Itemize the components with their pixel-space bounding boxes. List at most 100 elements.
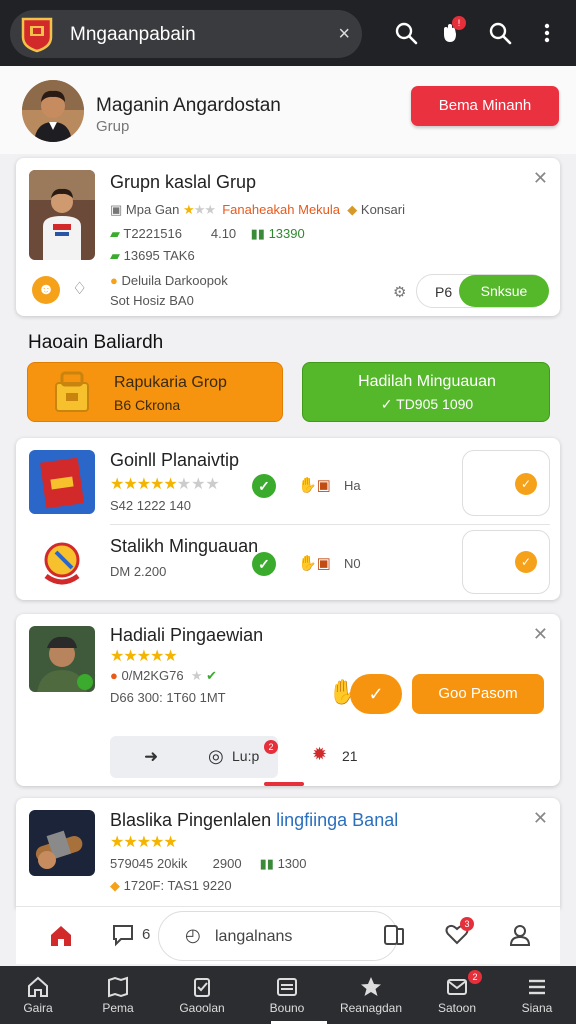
star-icon: ★	[190, 668, 203, 683]
search-icon[interactable]	[393, 20, 419, 46]
group-reward-button[interactable]: Rapukaria Grop B6 Ckrona	[27, 362, 283, 422]
avatar-thumbnail[interactable]	[29, 626, 95, 692]
favorites-badge: 3	[460, 917, 474, 931]
offer-title: Blaslika Pingenlalen lingfiinga Banal	[110, 810, 398, 831]
item-title: Stalikh Minguauan	[110, 536, 259, 556]
settings-icon[interactable]: ⚙	[393, 283, 406, 301]
meta-highlight: Fanaheakah Mekula	[222, 202, 341, 217]
offer-title-link[interactable]: lingfiinga Banal	[276, 810, 398, 830]
group-card: Grupn kaslal Grup ✕ ▣ Mpa Gan ★★★ Fanahe…	[16, 158, 560, 316]
nav-item-home[interactable]: Gaira	[0, 966, 79, 1024]
messages-badge: 2	[468, 970, 482, 984]
weekly-reward-button[interactable]: Hadilah Minguauan ✓ TD905 1090	[302, 362, 550, 422]
join-button[interactable]: Snksue	[459, 275, 549, 307]
claim-box[interactable]: ✓	[462, 450, 550, 516]
flame-icon: ●	[110, 668, 118, 683]
close-icon[interactable]: ✕	[533, 808, 548, 829]
hand-coin-icon: ✋▣	[298, 477, 331, 494]
footer-text: Sot Hosiz BA0	[110, 293, 194, 308]
meta-label: Mpa Gan	[125, 202, 180, 217]
close-icon[interactable]: ✕	[533, 624, 548, 645]
nav-item-inbox[interactable]: Bouno	[246, 966, 328, 1024]
offer-title-main: Blaslika Pingenlalen	[110, 810, 272, 830]
hand-coin-icon: ✋▣	[298, 555, 331, 572]
scroll-indicator	[264, 782, 304, 786]
chip-badge: 2	[264, 740, 278, 754]
reward-detail-card: Hadiali Pingaewian ✕ ★★★★★ ● 0/M2KG76 ★ …	[16, 614, 560, 786]
confirm-button[interactable]: ✓	[350, 674, 402, 714]
footer-text: Deluila Darkoopok	[121, 273, 228, 288]
emoji-icon[interactable]: ☻	[32, 276, 60, 304]
chip-label: Lu:p	[232, 748, 260, 764]
rating-stars: ★★★★★	[110, 834, 178, 851]
menu-icon	[529, 979, 545, 995]
close-icon[interactable]: ×	[338, 22, 350, 46]
avatar[interactable]	[22, 80, 84, 142]
button-sublabel: B6 Ckrona	[114, 397, 181, 413]
nav-label: Pema	[102, 1001, 134, 1015]
offer-thumbnail[interactable]	[29, 810, 95, 876]
nav-label: Gaoolan	[179, 1001, 225, 1015]
meta-value: 0/M2KG76	[121, 668, 184, 683]
inbox-icon	[277, 978, 297, 996]
primary-action-button[interactable]: Bema Minanh	[411, 86, 559, 126]
check-icon: ✓	[252, 552, 276, 576]
meta-row: ◆ 1720F: TAS1 9220	[110, 878, 232, 894]
gift-box-icon	[55, 371, 89, 412]
meta-value: D66 300: 1T60 1MT	[110, 690, 226, 705]
app-title: Mngaanpabain	[70, 24, 196, 45]
rating-stars: ★★★★★	[110, 648, 178, 665]
meta-row: ● 0/M2KG76 ★ ✔	[110, 668, 217, 684]
notifications-button[interactable]: !	[438, 16, 466, 48]
item-thumbnail[interactable]	[29, 450, 95, 514]
search-icon[interactable]	[487, 20, 513, 46]
nav-item-messages[interactable]: 2 Satoon	[416, 966, 498, 1024]
favorites-button[interactable]: 3	[444, 917, 474, 951]
like-icon[interactable]: ♢	[72, 279, 87, 299]
meta-value: 2900	[212, 856, 242, 871]
action-chip[interactable]: ➜ ◎ Lu:p 2	[110, 736, 278, 778]
coin-icon: ◆	[110, 878, 120, 893]
nav-label: Satoon	[437, 1001, 477, 1015]
close-icon[interactable]: ✕	[533, 168, 548, 189]
group-thumbnail[interactable]	[29, 170, 95, 260]
item-tag: N0	[344, 556, 361, 571]
timer-icon: ◴	[185, 925, 201, 945]
meta-row: ▰ T2221516 4.10 ▮▮ 13390	[110, 226, 305, 242]
meta-value: 1300	[277, 856, 307, 871]
reward-count: 21	[342, 748, 358, 764]
clipboard-icon	[194, 978, 210, 997]
go-button[interactable]: Goo Pasom	[412, 674, 544, 714]
app-logo-icon	[21, 17, 53, 53]
section-title: Haoain Baliardh	[28, 332, 164, 353]
meta-value: 13695 TAK6	[123, 248, 195, 263]
nav-item-menu[interactable]: Siana	[496, 966, 576, 1024]
item-tag: Ha	[344, 478, 361, 493]
meta-value: 1720F: TAS1 9220	[123, 878, 232, 893]
home-icon[interactable]	[48, 923, 74, 949]
search-bar[interactable]: Mngaanpabain ×	[10, 10, 362, 58]
nav-item-tasks[interactable]: Gaoolan	[161, 966, 243, 1024]
coin-icon: ●	[110, 273, 118, 288]
gear-reward-icon: ✹	[312, 744, 328, 764]
profile-header: Maganin Angardostan Grup Bema Minanh	[0, 66, 576, 154]
profile-icon[interactable]	[508, 923, 532, 947]
more-vertical-icon[interactable]	[534, 20, 560, 46]
item-thumbnail[interactable]	[34, 538, 90, 588]
meta-row: ▣ Mpa Gan ★★★ Fanaheakah Mekula ◆ Konsar…	[110, 202, 405, 218]
nav-item-map[interactable]: Pema	[77, 966, 159, 1024]
cash-icon: ▮▮	[259, 856, 274, 871]
search-field[interactable]: ◴ langalnans	[158, 911, 398, 961]
book-icon[interactable]	[382, 923, 406, 947]
meta-value: 13390	[268, 226, 305, 241]
chat-icon[interactable]	[112, 923, 134, 947]
nav-label: Siana	[521, 1001, 553, 1015]
nav-label: Bouno	[269, 1001, 305, 1015]
claim-box[interactable]: ✓	[462, 530, 550, 594]
meta-row: ▰ 13695 TAK6	[110, 248, 195, 264]
item-meta: S42 1222 140	[110, 498, 191, 513]
meta-value: 4.10	[210, 226, 237, 241]
cash-icon: ▮▮	[250, 226, 265, 241]
nav-item-rankings[interactable]: Reanagdan	[330, 966, 412, 1024]
divider	[110, 524, 550, 525]
